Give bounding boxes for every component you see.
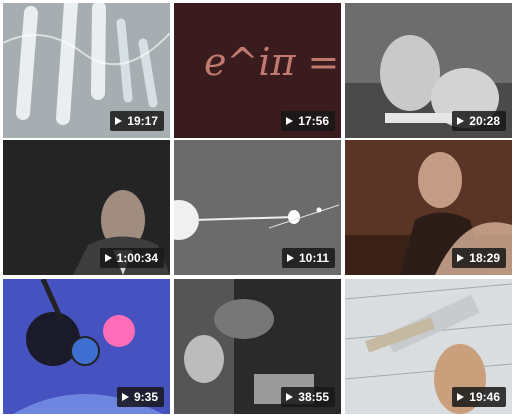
duration-badge: 10:11 (281, 248, 335, 268)
duration-label: 20:28 (469, 114, 500, 128)
duration-badge: 19:17 (110, 111, 164, 131)
play-icon (286, 254, 294, 262)
duration-label: 19:46 (469, 390, 500, 404)
play-icon (457, 254, 465, 262)
duration-badge: 19:46 (452, 387, 506, 407)
play-icon (115, 117, 123, 125)
video-thumbnail-7[interactable]: 9:35 (3, 279, 170, 414)
duration-label: 10:11 (298, 251, 329, 265)
duration-label: 38:55 (298, 390, 329, 404)
duration-badge: 1:00:34 (99, 248, 164, 268)
duration-label: 9:35 (133, 390, 158, 404)
video-thumbnail-3[interactable]: 20:28 (345, 3, 512, 138)
duration-badge: 17:56 (281, 111, 335, 131)
duration-label: 1:00:34 (116, 251, 158, 265)
play-icon (121, 393, 129, 401)
video-thumbnail-9[interactable]: 19:46 (345, 279, 512, 414)
play-icon (457, 393, 465, 401)
video-thumbnail-8[interactable]: 38:55 (174, 279, 341, 414)
duration-badge: 18:29 (452, 248, 506, 268)
duration-badge: 38:55 (281, 387, 335, 407)
equation-text: e^iπ = -1 (204, 40, 341, 84)
video-thumbnail-1[interactable]: 19:17 (3, 3, 170, 138)
video-thumbnail-5[interactable]: 10:11 (174, 140, 341, 275)
play-icon (286, 393, 294, 401)
play-icon (104, 254, 112, 262)
duration-badge: 9:35 (116, 387, 164, 407)
video-thumbnail-6[interactable]: 18:29 (345, 140, 512, 275)
duration-badge: 20:28 (452, 111, 506, 131)
duration-label: 19:17 (127, 114, 158, 128)
duration-label: 17:56 (298, 114, 329, 128)
play-icon (457, 117, 465, 125)
duration-label: 18:29 (469, 251, 500, 265)
play-icon (286, 117, 294, 125)
video-thumbnail-2[interactable]: e^iπ = -1 17:56 (174, 3, 341, 138)
video-thumbnail-4[interactable]: 1:00:34 (3, 140, 170, 275)
